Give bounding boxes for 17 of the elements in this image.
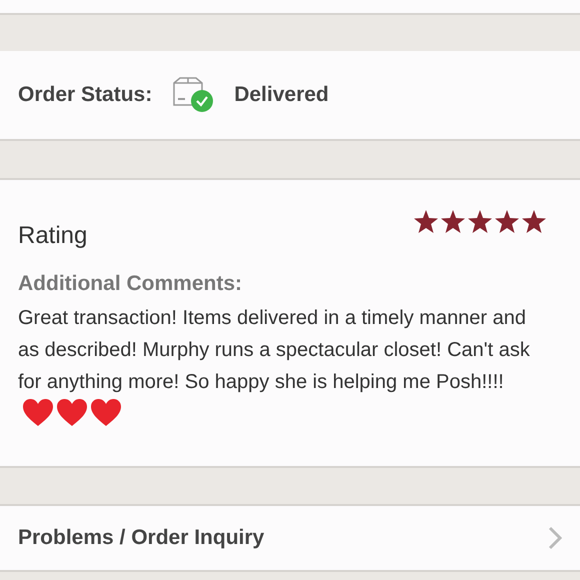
order-status-label: Order Status: bbox=[18, 82, 152, 108]
comments-label: Additional Comments: bbox=[18, 271, 243, 297]
star-icon bbox=[522, 210, 546, 233]
star-icon bbox=[468, 210, 492, 233]
delivered-box-icon bbox=[172, 77, 214, 113]
comment-text: Great transaction! Items delivered in a timely manner and as described! Murphy runs a spectacular closet! Can't ask for anything more! So happy she is helping me Posh!!!! bbox=[18, 306, 530, 392]
heart-icon bbox=[90, 398, 122, 426]
star-icon bbox=[414, 210, 438, 233]
order-status-value: Delivered bbox=[234, 82, 329, 108]
order-inquiry-row[interactable]: Problems / Order Inquiry bbox=[0, 504, 580, 572]
heart-icon bbox=[56, 398, 88, 426]
star-icon bbox=[441, 210, 465, 233]
chevron-right-icon bbox=[548, 526, 562, 550]
star-icon bbox=[495, 210, 519, 233]
heart-icon bbox=[22, 398, 54, 426]
rating-title: Rating bbox=[18, 221, 88, 251]
order-inquiry-label: Problems / Order Inquiry bbox=[18, 525, 264, 552]
